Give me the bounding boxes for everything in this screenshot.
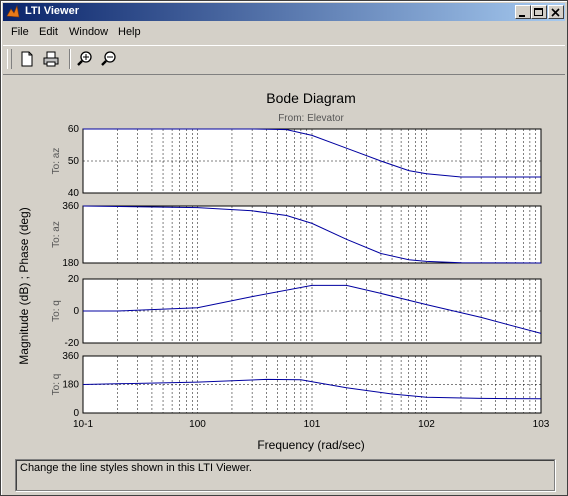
x-tick-label: 10-1	[73, 419, 93, 430]
x-tick-label: 101	[304, 419, 321, 430]
panel-label: To: az	[51, 148, 62, 175]
y-tick-label: 180	[62, 380, 79, 391]
panels-group: 405060To: az180360To: az-20020To: q01803…	[51, 124, 550, 430]
bode-panel-4: 0 180 360 To: q	[51, 351, 542, 419]
menu-window[interactable]: Window	[69, 26, 108, 38]
y-tick-label: 360	[62, 351, 79, 362]
menu-help[interactable]: Help	[118, 26, 141, 38]
y-tick-label: 60	[68, 124, 80, 135]
lti-viewer-window: LTI Viewer File Edit Window Help Bode Di…	[0, 0, 568, 496]
print-icon	[43, 51, 59, 67]
zoom-in-icon	[77, 51, 92, 66]
print-button[interactable]	[41, 49, 61, 69]
status-text: Change the line styles shown in this LTI…	[20, 462, 252, 474]
panel-label: To: q	[51, 374, 62, 396]
window-title: LTI Viewer	[25, 5, 80, 17]
maximize-icon	[534, 8, 543, 16]
panel-label: To: az	[51, 221, 62, 248]
bode-panel-1: 40 50 60 To: az	[51, 124, 542, 199]
panel-label: To: q	[51, 300, 62, 322]
y-tick-label: -20	[65, 338, 80, 349]
bode-panel-2: 180 360To: az	[51, 201, 542, 269]
bode-panel-3: -20 0 20 To: q	[51, 274, 542, 349]
toolbar-separator	[69, 49, 71, 69]
zoom-out-button[interactable]	[99, 49, 119, 69]
y-axis-label: Magnitude (dB) ; Phase (deg)	[17, 207, 31, 364]
new-document-icon	[21, 51, 33, 67]
zoom-out-icon	[101, 51, 116, 66]
y-tick-label: 40	[68, 188, 80, 199]
x-tick-label: 100	[189, 419, 206, 430]
x-axis-label: Frequency (rad/sec)	[257, 438, 364, 452]
menu-file[interactable]: File	[11, 26, 29, 38]
new-figure-button[interactable]	[17, 49, 37, 69]
close-icon	[551, 8, 560, 17]
matlab-logo-icon	[6, 5, 20, 18]
minimize-button[interactable]	[515, 5, 531, 19]
minimize-icon	[519, 15, 525, 17]
x-tick-label: 102	[418, 419, 435, 430]
y-tick-label: 0	[73, 408, 79, 419]
y-tick-label: 180	[62, 258, 79, 269]
status-bar: Change the line styles shown in this LTI…	[15, 459, 555, 491]
zoom-in-button[interactable]	[75, 49, 95, 69]
close-button[interactable]	[548, 5, 564, 19]
y-tick-label: 0	[73, 306, 79, 317]
y-tick-label: 50	[68, 156, 80, 167]
x-tick-labels: 10-1 100 101 102 103	[73, 419, 550, 430]
menu-bar: File Edit Window Help	[3, 23, 565, 43]
y-tick-label: 20	[68, 274, 80, 285]
bode-diagram-plot[interactable]: Bode Diagram From: Elevator Frequency (r…	[1, 79, 567, 455]
maximize-button[interactable]	[531, 5, 547, 19]
toolbar	[3, 45, 565, 75]
toolbar-grip[interactable]	[7, 49, 12, 69]
chart-subtitle: From: Elevator	[278, 113, 344, 124]
y-tick-label: 360	[62, 201, 79, 212]
chart-title: Bode Diagram	[266, 90, 356, 106]
x-tick-label: 103	[533, 419, 550, 430]
title-bar[interactable]: LTI Viewer	[3, 3, 565, 21]
menu-edit[interactable]: Edit	[39, 26, 58, 38]
